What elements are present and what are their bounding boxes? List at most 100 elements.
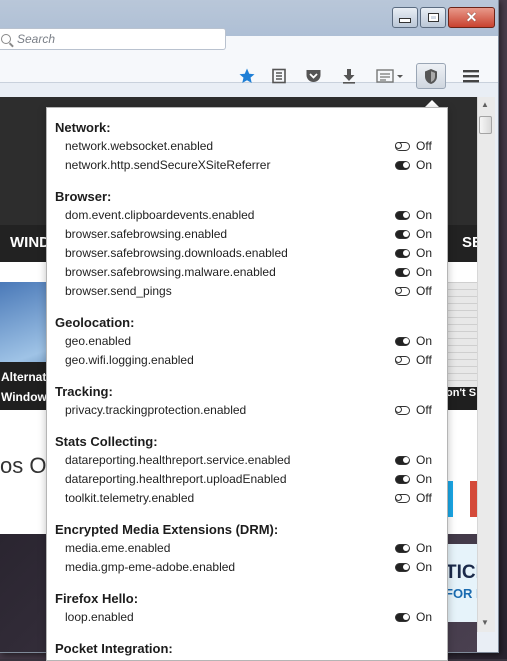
toggle-knob bbox=[403, 476, 409, 482]
close-icon: ✕ bbox=[465, 9, 478, 25]
scroll-down-arrow-icon[interactable]: ▼ bbox=[479, 618, 491, 628]
privacy-settings-button[interactable] bbox=[416, 63, 446, 89]
toggle-knob bbox=[403, 564, 409, 570]
pref-name: browser.safebrowsing.malware.enabled bbox=[65, 265, 276, 279]
menu-hamburger-icon[interactable] bbox=[460, 66, 482, 86]
pref-name: media.eme.enabled bbox=[65, 541, 171, 555]
toggle-knob bbox=[394, 141, 402, 149]
toggle-on-icon[interactable] bbox=[395, 563, 410, 572]
pref-group: Encrypted Media Extensions (DRM): media.e… bbox=[47, 520, 447, 577]
toggle-knob bbox=[403, 545, 409, 551]
privacy-settings-popup: Network: network.websocket.enabled Off netw… bbox=[46, 107, 448, 661]
scrollbar-thumb[interactable] bbox=[479, 116, 492, 134]
toggle-off-icon[interactable] bbox=[394, 141, 410, 151]
pref-row[interactable]: geo.wifi.logging.enabled Off bbox=[47, 351, 447, 370]
pref-name: datareporting.healthreport.uploadEnabled bbox=[65, 472, 287, 486]
toggle-off-icon[interactable] bbox=[394, 493, 410, 503]
pref-name: network.websocket.enabled bbox=[65, 139, 214, 153]
search-input[interactable]: Search bbox=[0, 28, 226, 50]
pref-state: Off bbox=[416, 491, 432, 505]
pref-state: On bbox=[416, 246, 433, 260]
toggle-on-icon[interactable] bbox=[395, 249, 410, 258]
pref-name: dom.event.clipboardevents.enabled bbox=[65, 208, 255, 222]
toggle-on-icon[interactable] bbox=[395, 613, 410, 622]
pref-state: Off bbox=[416, 139, 432, 153]
close-button[interactable]: ✕ bbox=[448, 7, 495, 28]
pref-row[interactable]: toolkit.telemetry.enabled Off bbox=[47, 489, 447, 508]
pref-group-list: Network: network.websocket.enabled Off netw… bbox=[47, 108, 447, 658]
scroll-up-arrow-icon[interactable]: ▲ bbox=[479, 100, 491, 110]
toggle-knob bbox=[403, 250, 409, 256]
caption-line-1: Alternat bbox=[1, 370, 46, 384]
pref-state: Off bbox=[416, 353, 432, 367]
thumbnail-image bbox=[446, 282, 477, 387]
toggle-off-icon[interactable] bbox=[394, 355, 410, 365]
toggle-on-icon[interactable] bbox=[395, 211, 410, 220]
toggle-off-icon[interactable] bbox=[394, 286, 410, 296]
shield-icon bbox=[425, 68, 437, 84]
pocket-icon[interactable] bbox=[302, 66, 324, 86]
toggle-on-icon[interactable] bbox=[395, 544, 410, 553]
article-caption-left[interactable]: Alternat Window bbox=[0, 362, 46, 410]
nav-link-right[interactable]: SE bbox=[462, 234, 477, 251]
bookmark-star-icon[interactable] bbox=[236, 66, 258, 86]
toggle-knob bbox=[394, 355, 402, 363]
pref-name: browser.safebrowsing.enabled bbox=[65, 227, 228, 241]
pref-group: Firefox Hello: loop.enabled On bbox=[47, 589, 447, 627]
toggle-on-icon[interactable] bbox=[395, 456, 410, 465]
toggle-knob bbox=[403, 338, 409, 344]
search-icon bbox=[1, 34, 11, 44]
page-scrollbar[interactable] bbox=[477, 97, 495, 632]
pref-name: media.gmp-eme-adobe.enabled bbox=[65, 560, 236, 574]
toggle-off-icon[interactable] bbox=[394, 405, 410, 415]
toggle-knob bbox=[403, 162, 409, 168]
reader-view-icon[interactable] bbox=[375, 66, 407, 86]
pref-group: Pocket Integration: bbox=[47, 639, 447, 658]
download-icon[interactable] bbox=[338, 66, 360, 86]
pref-row[interactable]: media.gmp-eme-adobe.enabled On bbox=[47, 558, 447, 577]
pref-row[interactable]: datareporting.healthreport.service.enabl… bbox=[47, 451, 447, 470]
toggle-knob bbox=[403, 231, 409, 237]
pref-name: geo.wifi.logging.enabled bbox=[65, 353, 194, 367]
pref-state: On bbox=[416, 208, 433, 222]
share-button-red[interactable] bbox=[470, 481, 477, 517]
advertisement[interactable]: TICL FOR FI bbox=[445, 544, 477, 622]
pref-name: datareporting.healthreport.service.enabl… bbox=[65, 453, 291, 467]
pref-row[interactable]: browser.send_pings Off bbox=[47, 282, 447, 301]
pref-row[interactable]: dom.event.clipboardevents.enabled On bbox=[47, 206, 447, 225]
pref-state: On bbox=[416, 453, 433, 467]
pref-name: browser.safebrowsing.downloads.enabled bbox=[65, 246, 288, 260]
pref-row[interactable]: browser.safebrowsing.enabled On bbox=[47, 225, 447, 244]
pref-state: On bbox=[416, 227, 433, 241]
toggle-knob bbox=[403, 614, 409, 620]
pref-state: On bbox=[416, 158, 433, 172]
pref-row[interactable]: network.websocket.enabled Off bbox=[47, 137, 447, 156]
pref-row[interactable]: media.eme.enabled On bbox=[47, 539, 447, 558]
toggle-on-icon[interactable] bbox=[395, 268, 410, 277]
maximize-button[interactable] bbox=[420, 7, 446, 28]
pref-group: Stats Collecting: datareporting.healthrep… bbox=[47, 432, 447, 508]
pref-state: On bbox=[416, 541, 433, 555]
minimize-button[interactable] bbox=[392, 7, 418, 28]
toggle-on-icon[interactable] bbox=[395, 230, 410, 239]
pref-row[interactable]: loop.enabled On bbox=[47, 608, 447, 627]
pref-group-title: Pocket Integration: bbox=[55, 641, 173, 656]
pref-row[interactable]: browser.safebrowsing.downloads.enabled On bbox=[47, 244, 447, 263]
maximize-icon bbox=[427, 13, 439, 22]
article-caption-right: on't S bbox=[446, 387, 477, 399]
pref-group: Network: network.websocket.enabled Off netw… bbox=[47, 118, 447, 175]
pref-row[interactable]: datareporting.healthreport.uploadEnabled… bbox=[47, 470, 447, 489]
pref-row[interactable]: geo.enabled On bbox=[47, 332, 447, 351]
pref-row[interactable]: network.http.sendSecureXSiteReferrer On bbox=[47, 156, 447, 175]
pref-row[interactable]: browser.safebrowsing.malware.enabled On bbox=[47, 263, 447, 282]
pref-row[interactable]: privacy.trackingprotection.enabled Off bbox=[47, 401, 447, 420]
pref-group: Browser: dom.event.clipboardevents.enable… bbox=[47, 187, 447, 301]
pref-name: network.http.sendSecureXSiteReferrer bbox=[65, 158, 271, 172]
toggle-on-icon[interactable] bbox=[395, 475, 410, 484]
toggle-on-icon[interactable] bbox=[395, 161, 410, 170]
article-headline: os O bbox=[0, 453, 47, 478]
toggle-knob bbox=[394, 405, 402, 413]
reading-list-icon[interactable] bbox=[268, 66, 290, 86]
toggle-on-icon[interactable] bbox=[395, 337, 410, 346]
pref-name: geo.enabled bbox=[65, 334, 132, 348]
